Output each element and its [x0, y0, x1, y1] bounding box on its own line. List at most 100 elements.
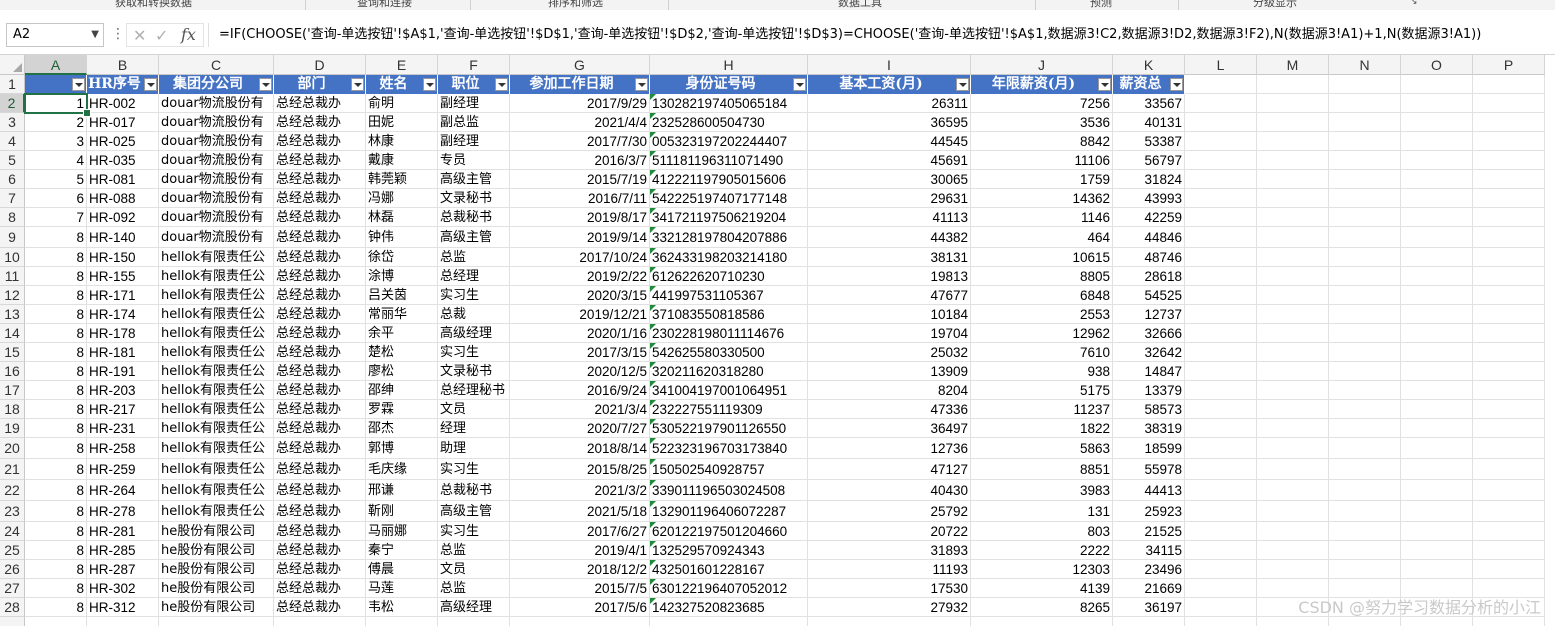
table-cell[interactable]: hellok有限责任公 — [159, 400, 274, 419]
filter-dropdown-icon[interactable] — [635, 78, 648, 91]
table-cell[interactable]: 21669 — [1113, 579, 1185, 598]
table-cell[interactable]: 2015/7/5 — [510, 579, 650, 598]
table-cell[interactable]: 7256 — [971, 94, 1113, 113]
table-cell[interactable] — [1185, 227, 1257, 248]
table-cell[interactable] — [1329, 617, 1401, 626]
filter-dropdown-icon[interactable] — [495, 78, 508, 91]
table-cell[interactable]: douar物流股份有 — [159, 132, 274, 151]
table-cell[interactable]: 总经总裁办 — [274, 480, 366, 501]
table-cell[interactable]: 1822 — [971, 419, 1113, 438]
table-cell[interactable]: 2016/7/11 — [510, 189, 650, 208]
table-cell[interactable]: 总裁秘书 — [438, 480, 510, 501]
table-cell[interactable]: 36197 — [1113, 598, 1185, 617]
table-cell[interactable] — [1329, 267, 1401, 286]
table-cell[interactable]: 130282197405065184 — [650, 94, 808, 113]
table-cell[interactable]: 高级主管 — [438, 501, 510, 522]
table-cell[interactable]: 29631 — [808, 189, 971, 208]
column-header-n[interactable]: N — [1329, 55, 1401, 75]
row-header[interactable]: 19 — [0, 419, 25, 438]
row-header[interactable]: 6 — [0, 170, 25, 189]
table-cell[interactable]: 副经理 — [438, 94, 510, 113]
table-cell[interactable] — [1329, 113, 1401, 132]
table-cell[interactable] — [1257, 324, 1329, 343]
table-cell[interactable] — [1401, 617, 1473, 626]
row-header[interactable]: 20 — [0, 438, 25, 459]
table-cell[interactable]: hellok有限责任公 — [159, 419, 274, 438]
table-cell[interactable]: 2020/1/16 — [510, 324, 650, 343]
table-cell[interactable]: 冯娜 — [366, 189, 438, 208]
table-cell[interactable]: hellok有限责任公 — [159, 480, 274, 501]
table-cell[interactable]: HR-002 — [87, 94, 159, 113]
table-cell[interactable]: 总经总裁办 — [274, 113, 366, 132]
table-cell[interactable] — [1401, 286, 1473, 305]
table-cell[interactable] — [1473, 286, 1545, 305]
table-cell[interactable] — [1257, 248, 1329, 267]
table-cell[interactable] — [1401, 501, 1473, 522]
table-cell[interactable]: 总监 — [438, 541, 510, 560]
column-header-b[interactable]: B — [87, 55, 159, 75]
table-cell[interactable]: 1759 — [971, 170, 1113, 189]
table-cell[interactable]: 8 — [25, 227, 87, 248]
table-cell[interactable]: he股份有限公司 — [159, 598, 274, 617]
table-cell[interactable] — [1257, 480, 1329, 501]
table-cell[interactable]: 8265 — [971, 598, 1113, 617]
table-cell[interactable] — [1401, 522, 1473, 541]
table-cell[interactable] — [1185, 208, 1257, 227]
table-cell[interactable] — [1329, 208, 1401, 227]
table-cell[interactable] — [438, 617, 510, 626]
table-cell[interactable]: douar物流股份有 — [159, 189, 274, 208]
table-cell[interactable]: HR-025 — [87, 132, 159, 151]
table-cell[interactable]: 41113 — [808, 208, 971, 227]
table-cell[interactable]: 17530 — [808, 579, 971, 598]
table-cell[interactable]: HR-264 — [87, 480, 159, 501]
table-cell[interactable]: HR-174 — [87, 305, 159, 324]
table-cell[interactable]: 高级主管 — [438, 227, 510, 248]
table-cell[interactable]: 131 — [971, 501, 1113, 522]
row-header[interactable]: 2 — [0, 94, 25, 113]
row-header[interactable]: 28 — [0, 598, 25, 617]
table-cell[interactable]: 36595 — [808, 113, 971, 132]
table-cell[interactable] — [1473, 113, 1545, 132]
table-cell[interactable] — [1257, 381, 1329, 400]
table-cell[interactable]: 620122197501204660 — [650, 522, 808, 541]
table-cell[interactable]: hellok有限责任公 — [159, 324, 274, 343]
table-cell[interactable]: 实习生 — [438, 286, 510, 305]
table-cell[interactable] — [1473, 419, 1545, 438]
table-cell[interactable]: 高级经理 — [438, 598, 510, 617]
table-cell[interactable]: 803 — [971, 522, 1113, 541]
row-header[interactable]: 23 — [0, 501, 25, 522]
table-cell[interactable]: 2021/3/4 — [510, 400, 650, 419]
table-cell[interactable]: 47127 — [808, 459, 971, 480]
table-cell[interactable] — [1401, 94, 1473, 113]
table-cell[interactable]: 高级主管 — [438, 170, 510, 189]
table-cell[interactable]: hellok有限责任公 — [159, 438, 274, 459]
table-cell[interactable]: 371083550818586 — [650, 305, 808, 324]
table-cell[interactable]: 2021/5/18 — [510, 501, 650, 522]
table-cell[interactable]: douar物流股份有 — [159, 94, 274, 113]
table-cell[interactable]: 总经总裁办 — [274, 419, 366, 438]
table-cell[interactable]: 542625580330500 — [650, 343, 808, 362]
table-cell[interactable] — [1401, 305, 1473, 324]
column-header-d[interactable]: D — [274, 55, 366, 75]
table-cell[interactable]: 40430 — [808, 480, 971, 501]
table-cell[interactable]: 总经总裁办 — [274, 267, 366, 286]
table-cell[interactable]: 230228198011114676 — [650, 324, 808, 343]
table-cell[interactable]: 邢谦 — [366, 480, 438, 501]
table-cell[interactable] — [1473, 381, 1545, 400]
table-cell[interactable]: 44846 — [1113, 227, 1185, 248]
table-cell[interactable] — [1185, 381, 1257, 400]
table-cell[interactable]: 总裁秘书 — [438, 208, 510, 227]
row-header[interactable]: 12 — [0, 286, 25, 305]
filter-dropdown-icon[interactable] — [1170, 78, 1183, 91]
table-cell[interactable]: 2019/9/14 — [510, 227, 650, 248]
table-cell[interactable] — [1473, 248, 1545, 267]
table-cell[interactable]: douar物流股份有 — [159, 227, 274, 248]
row-header[interactable]: 13 — [0, 305, 25, 324]
table-cell[interactable] — [650, 617, 808, 626]
table-cell[interactable]: 8 — [25, 501, 87, 522]
table-cell[interactable] — [1473, 438, 1545, 459]
table-cell[interactable] — [1257, 208, 1329, 227]
table-cell[interactable]: 12303 — [971, 560, 1113, 579]
table-cell[interactable]: 25923 — [1113, 501, 1185, 522]
table-cell[interactable]: 8 — [25, 419, 87, 438]
